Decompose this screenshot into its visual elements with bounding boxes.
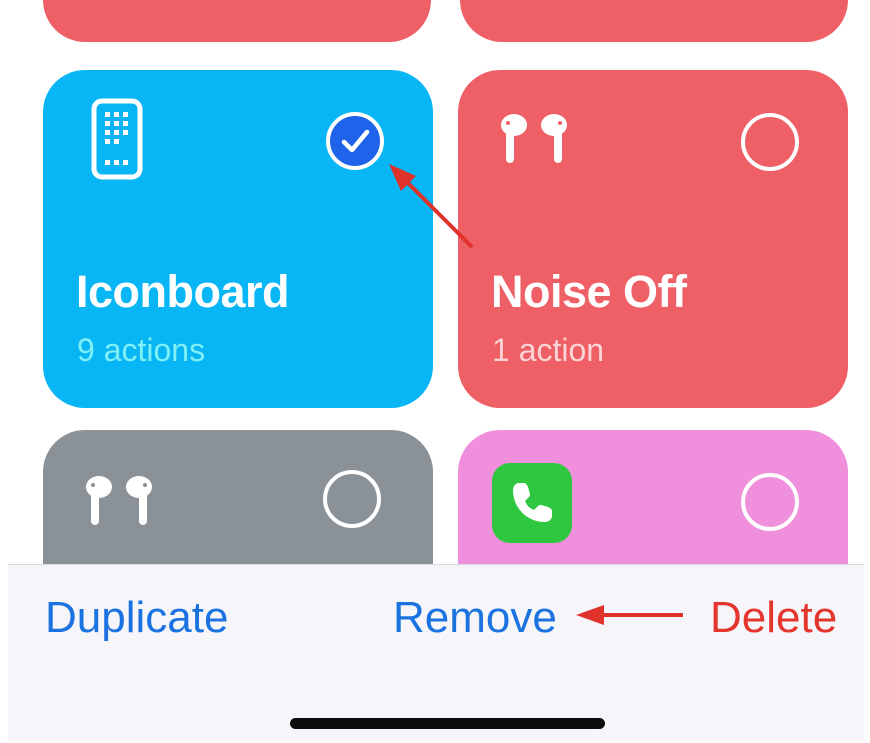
shortcut-name: Noise Off: [491, 266, 687, 317]
shortcut-tile-noise-off[interactable]: Noise Off 1 action: [458, 70, 848, 408]
duplicate-button[interactable]: Duplicate: [45, 593, 228, 643]
bottom-toolbar: Duplicate Remove Delete: [8, 564, 864, 741]
airpods-icon: [77, 474, 161, 533]
select-circle[interactable]: [323, 470, 381, 528]
shortcut-tile-top-left[interactable]: [43, 0, 431, 42]
select-circle[interactable]: [741, 113, 799, 171]
airpods-icon: [492, 112, 576, 171]
shortcut-action-count: 1 action: [492, 332, 605, 368]
selected-checkmark[interactable]: [326, 112, 384, 170]
phone-grid-icon: [91, 98, 143, 185]
phone-app-icon: [492, 463, 572, 548]
shortcut-tile-top-right[interactable]: [460, 0, 848, 42]
select-circle[interactable]: [741, 473, 799, 531]
shortcut-tile-iconboard[interactable]: Iconboard 9 actions: [43, 70, 433, 408]
shortcut-name: Iconboard: [76, 266, 290, 317]
shortcut-action-count: 9 actions: [77, 332, 206, 368]
checkmark-icon: [341, 129, 370, 153]
home-indicator: [290, 718, 605, 729]
remove-button[interactable]: Remove: [393, 593, 557, 643]
delete-button[interactable]: Delete: [710, 593, 837, 643]
